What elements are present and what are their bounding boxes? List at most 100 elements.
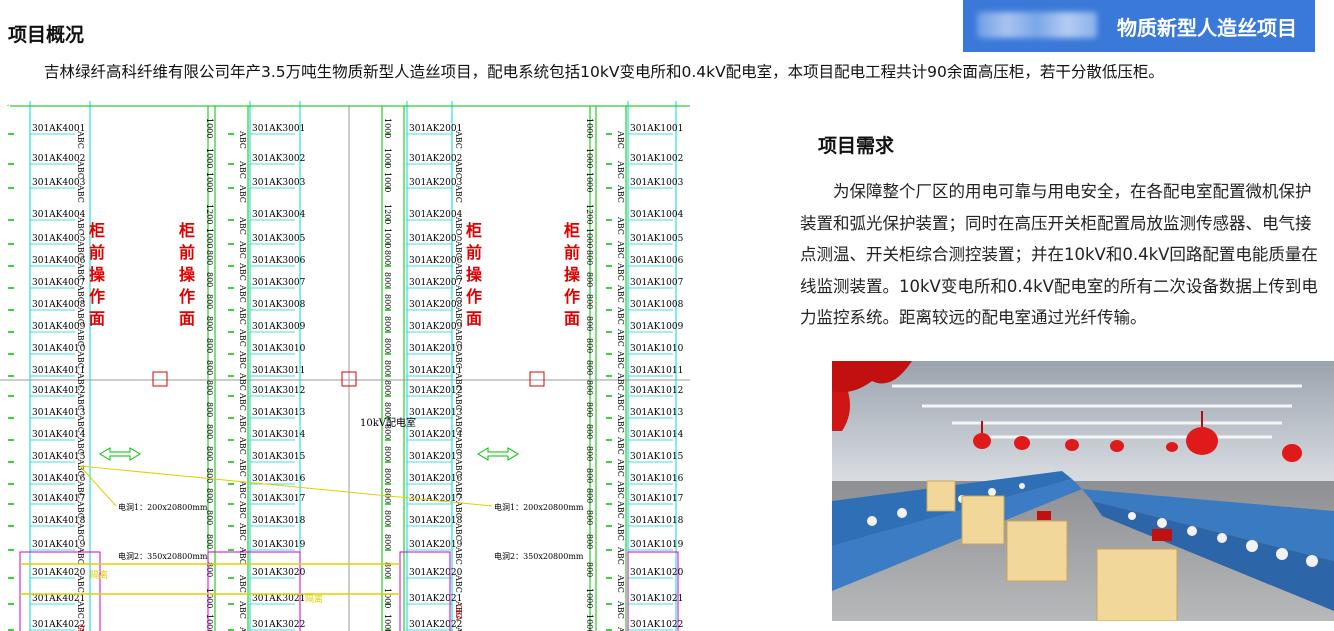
front-operation-label: 面 <box>564 309 580 328</box>
cabinet-id: 301AK1020 <box>630 568 684 578</box>
cabinet-id: 301AK1003 <box>630 178 684 188</box>
phase-label: ABC <box>238 392 247 411</box>
phase-label: ABC <box>238 626 247 631</box>
phase-label: ABC <box>76 546 85 565</box>
phase-label: ABC <box>616 328 625 347</box>
cabinet-id: 301AK1014 <box>630 430 684 440</box>
cabinet-width: 1000 <box>383 228 392 248</box>
phase-label: ABC <box>238 160 247 179</box>
cabinet-id: 301AK1010 <box>630 344 684 354</box>
cabinet-width: 800 <box>205 424 214 439</box>
cabinet-width: 800 <box>205 294 214 309</box>
overview-title: 项目概况 <box>8 24 85 46</box>
cabinet-id: 301AK1002 <box>630 154 683 164</box>
double-arrow <box>477 447 519 461</box>
cabinet-width: 800 <box>585 534 594 549</box>
cabinet-id: 301AK3019 <box>252 540 306 550</box>
cad-drawing: 301AK4001ABC301AK4002ABC301AK4003ABC301A… <box>0 101 690 631</box>
cabinet-width: 800 <box>585 272 594 287</box>
cabinet-width: 800 <box>383 534 392 549</box>
cabinet-width: 800 <box>585 338 594 353</box>
cabinet-width: 800 <box>383 510 392 525</box>
phase-label: ABC <box>238 522 247 541</box>
cabinet-width: 800 <box>585 446 594 461</box>
front-operation-label: 前 <box>179 243 195 262</box>
cabinet-width: 1000 <box>383 172 392 192</box>
phase-label: ABC <box>616 392 625 411</box>
cabinet-width: 800 <box>205 488 214 503</box>
cable-hole-label: 电洞2：350x20800mm <box>118 551 208 561</box>
overview-text: 吉林绿纤高科纤维有限公司年产3.5万吨生物质新型人造丝项目，配电系统包括10kV… <box>44 63 1164 81</box>
phase-label: ABC <box>76 574 85 593</box>
cabinet-id: 301AK3016 <box>252 474 306 484</box>
cabinet-width: 800 <box>585 380 594 395</box>
cabinet-width: 800 <box>205 534 214 549</box>
cabinet-id: 301AK1022 <box>630 620 683 630</box>
cabinet-id: 301AK3010 <box>252 344 306 354</box>
cabinet-id: 301AK3021 <box>252 594 305 604</box>
cabinet-id: 301AK1009 <box>630 322 684 332</box>
cabinet-width: 800 <box>383 380 392 395</box>
front-operation-label: 柜 <box>89 221 105 240</box>
phase-label: ABC <box>616 306 625 325</box>
room-label: 10kV配电室 <box>360 416 416 429</box>
cabinet-id: 301AK1008 <box>630 300 684 310</box>
phase-label: ABC <box>238 130 247 149</box>
cabinet-width: 1000 <box>585 172 594 192</box>
phase-label: ABC <box>238 458 247 477</box>
cabinet-id: 301AK3009 <box>252 322 306 332</box>
cabinet-id: 301AK3006 <box>252 256 306 266</box>
phase-label: ABC <box>238 600 247 619</box>
cabinet-width: 800 <box>205 272 214 287</box>
phase-label: ABC <box>616 500 625 519</box>
cabinet-id: 301AK3018 <box>252 516 306 526</box>
cabinet-id: 301AK3008 <box>252 300 306 310</box>
phase-label: ABC <box>454 522 463 541</box>
phase-label: ABC <box>238 414 247 433</box>
cabinet-width: 1000 <box>585 148 594 168</box>
cabinet-width: 800 <box>383 294 392 309</box>
front-operation-label: 面 <box>89 309 105 328</box>
cabinet-id: 301AK1001 <box>630 124 683 134</box>
cabinet-id: 301AK3004 <box>252 210 306 220</box>
cabinet-id: 301AK3014 <box>252 430 306 440</box>
phase-label: ABC <box>616 522 625 541</box>
cabinet-id: 301AK3003 <box>252 178 306 188</box>
front-operation-label: 作 <box>179 287 195 306</box>
front-operation-label: 操 <box>466 265 483 284</box>
cabinet-width: 800 <box>205 446 214 461</box>
front-operation-label: 操 <box>564 265 581 284</box>
cabinet-width: 1000 <box>205 148 214 168</box>
requirements-title: 项目需求 <box>818 135 895 157</box>
phase-label: ABC <box>238 184 247 203</box>
cabinet-width: 1000 <box>383 118 392 138</box>
cabinet-width: 800 <box>585 510 594 525</box>
cabinet-width: 800 <box>383 250 392 265</box>
phase-label: ABC <box>76 216 85 235</box>
phase-label: ABC <box>238 284 247 303</box>
phase-label: ABC <box>238 262 247 281</box>
cabinet-id: 301AK3007 <box>252 278 306 288</box>
phase-label: ABC <box>238 546 247 565</box>
front-operation-label: 前 <box>89 243 105 262</box>
factory-photo-image <box>832 361 1334 621</box>
cabinet-id: 301AK3022 <box>252 620 305 630</box>
cabinet-id: 301AK3012 <box>252 386 305 396</box>
front-operation-label: 前 <box>466 243 482 262</box>
cabinet-width: 800 <box>585 468 594 483</box>
requirements-text: 为保障整个厂区的用电可靠与用电安全，在各配电室配置微机保护装置和弧光保护装置；同… <box>800 182 1318 327</box>
cabinet-width: 800 <box>205 250 214 265</box>
factory-photo <box>832 361 1334 621</box>
phase-label: ABC <box>616 184 625 203</box>
phase-label: ABC <box>238 372 247 391</box>
cabinet-width: 1000 <box>585 228 594 248</box>
phase-label: ABC <box>616 372 625 391</box>
phase-label: ABC <box>238 574 247 593</box>
cabinet-width: 800 <box>205 338 214 353</box>
front-operation-label: 柜 <box>564 221 580 240</box>
phase-label: ABC <box>76 600 85 619</box>
cabinet-id: 301AK1004 <box>630 210 684 220</box>
phase-label: ABC <box>76 130 85 149</box>
cabinet-id: 301AK1012 <box>630 386 683 396</box>
cabinet-width: 1000 <box>585 118 594 138</box>
